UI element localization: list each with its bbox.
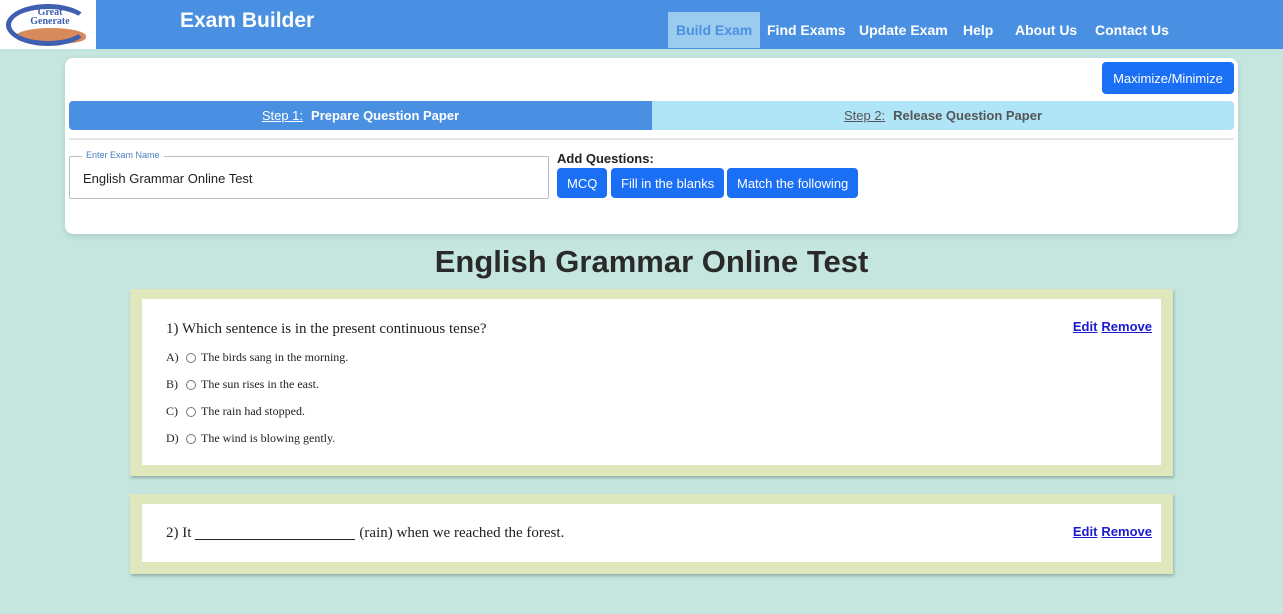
- question-body-2: 2) It (rain) when we reached the forest. …: [142, 504, 1161, 562]
- add-mcq-button[interactable]: MCQ: [557, 168, 608, 198]
- option-c[interactable]: C) The rain had stopped.: [166, 404, 305, 419]
- option-b-text: The sun rises in the east.: [201, 377, 319, 391]
- nav-about-us[interactable]: About Us: [1007, 12, 1085, 48]
- question-2-blank: [195, 526, 356, 540]
- question-2-text-before: It: [182, 525, 192, 541]
- question-1-text: 1) Which sentence is in the present cont…: [166, 321, 486, 338]
- app-title: Exam Builder: [180, 9, 315, 32]
- option-d-radio[interactable]: [186, 433, 196, 444]
- edit-question-1-link[interactable]: Edit: [1073, 319, 1098, 334]
- option-a[interactable]: A) The birds sang in the morning.: [166, 350, 348, 365]
- question-2-text-after: (rain) when we reached the forest.: [359, 525, 565, 541]
- option-c-radio[interactable]: [186, 406, 196, 417]
- question-1-prompt: Which sentence is in the present continu…: [181, 321, 487, 337]
- remove-question-2-link[interactable]: Remove: [1101, 524, 1152, 539]
- add-fill-blanks-button[interactable]: Fill in the blanks: [611, 168, 725, 198]
- option-d[interactable]: D) The wind is blowing gently.: [166, 431, 335, 446]
- question-2-actions: Edit Remove: [1069, 524, 1152, 539]
- step-1-label: Prepare Question Paper: [311, 108, 460, 123]
- question-body-1: 1) Which sentence is in the present cont…: [142, 299, 1161, 465]
- maximize-minimize-button[interactable]: Maximize/Minimize: [1102, 62, 1234, 94]
- option-b[interactable]: B) The sun rises in the east.: [166, 377, 319, 392]
- logo-text-line-2: Generate: [30, 16, 70, 27]
- nav-contact-us[interactable]: Contact Us: [1087, 12, 1177, 48]
- option-b-radio[interactable]: [186, 379, 196, 390]
- option-a-letter: A): [166, 350, 179, 364]
- option-a-text: The birds sang in the morning.: [201, 350, 349, 364]
- nav-build-exam[interactable]: Build Exam: [668, 12, 761, 48]
- paper-title: English Grammar Online Test: [434, 244, 869, 279]
- step-2-number: Step 2:: [843, 108, 886, 123]
- step-2-tab[interactable]: Step 2: Release Question Paper: [652, 101, 1234, 130]
- edit-question-2-link[interactable]: Edit: [1073, 524, 1098, 539]
- step-1-tab[interactable]: Step 1: Prepare Question Paper: [69, 101, 652, 130]
- exam-name-field: Enter Exam Name: [69, 150, 549, 199]
- nav-help[interactable]: Help: [955, 12, 1001, 48]
- question-2-text: 2) It (rain) when we reached the forest.: [166, 525, 564, 542]
- question-card-2: 2) It (rain) when we reached the forest. …: [130, 494, 1173, 574]
- option-d-text: The wind is blowing gently.: [201, 431, 336, 445]
- exam-builder-panel: Maximize/Minimize Step 1: Prepare Questio…: [65, 58, 1238, 234]
- header-underline: [0, 49, 1283, 51]
- add-match-following-button[interactable]: Match the following: [727, 168, 859, 198]
- add-questions-label: Add Questions:: [557, 151, 654, 166]
- section-divider: [69, 138, 1234, 140]
- question-2-number: 2): [166, 525, 179, 541]
- exam-name-legend: Enter Exam Name: [82, 150, 164, 160]
- step-1-number: Step 1:: [261, 108, 304, 123]
- top-nav-bar: Great Generate Exam Builder Build Exam F…: [0, 0, 1283, 49]
- step-2-label: Release Question Paper: [893, 108, 1043, 123]
- option-d-letter: D): [166, 431, 179, 445]
- option-b-letter: B): [166, 377, 178, 391]
- nav-update-exam[interactable]: Update Exam: [851, 12, 956, 48]
- remove-question-1-link[interactable]: Remove: [1101, 319, 1152, 334]
- option-c-letter: C): [166, 404, 178, 418]
- nav-find-exams[interactable]: Find Exams: [759, 12, 854, 48]
- question-card-1: 1) Which sentence is in the present cont…: [130, 289, 1173, 476]
- question-1-actions: Edit Remove: [1069, 319, 1152, 334]
- logo-text: Great Generate: [18, 8, 82, 27]
- question-1-number: 1): [166, 321, 179, 337]
- exam-name-input[interactable]: [83, 171, 533, 186]
- brand-logo[interactable]: Great Generate: [0, 0, 96, 49]
- option-a-radio[interactable]: [186, 352, 196, 363]
- option-c-text: The rain had stopped.: [201, 404, 305, 418]
